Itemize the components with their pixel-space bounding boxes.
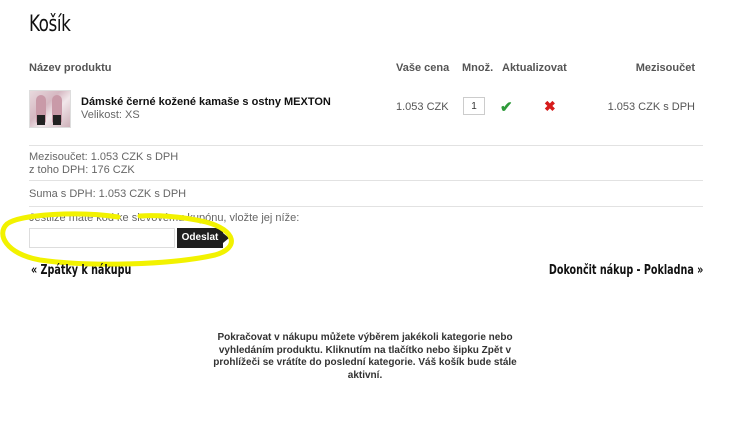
col-header-subtotal: Mezisoučet: [635, 62, 695, 74]
product-image-boot: [53, 115, 61, 125]
col-header-price: Vaše cena: [396, 62, 450, 74]
divider: [29, 180, 703, 181]
highlight-stroke: [0, 211, 234, 267]
info-text: Pokračovat v nákupu můžete výběrem jakék…: [213, 332, 517, 381]
row-subtotal: 1.053 CZK s DPH: [607, 101, 695, 113]
col-header-update: Aktualizovat: [502, 62, 567, 74]
product-variant: Velikost: XS: [81, 109, 140, 121]
product-name-link[interactable]: Dámské černé kožené kamaše s ostny MEXTO…: [81, 96, 331, 108]
divider: [29, 145, 703, 146]
summary-subtotal: Mezisoučet: 1.053 CZK s DPH: [29, 151, 179, 163]
checkout-link[interactable]: Dokončit nákup - Pokladna »: [549, 263, 703, 278]
col-header-qty: Množ.: [462, 62, 494, 74]
check-icon[interactable]: ✔: [500, 98, 513, 116]
remove-icon[interactable]: ✖: [544, 98, 556, 115]
product-image-boot: [37, 115, 45, 125]
page-title: Košík: [29, 12, 71, 37]
product-price: 1.053 CZK: [396, 101, 449, 113]
product-thumbnail[interactable]: [29, 90, 71, 128]
back-to-shopping-link[interactable]: « Zpátky k nákupu: [31, 263, 131, 278]
highlight-annotation: [0, 211, 234, 267]
col-header-product: Název produktu: [29, 62, 112, 74]
summary-vat: z toho DPH: 176 CZK: [29, 164, 135, 176]
quantity-input[interactable]: 1: [463, 97, 485, 115]
